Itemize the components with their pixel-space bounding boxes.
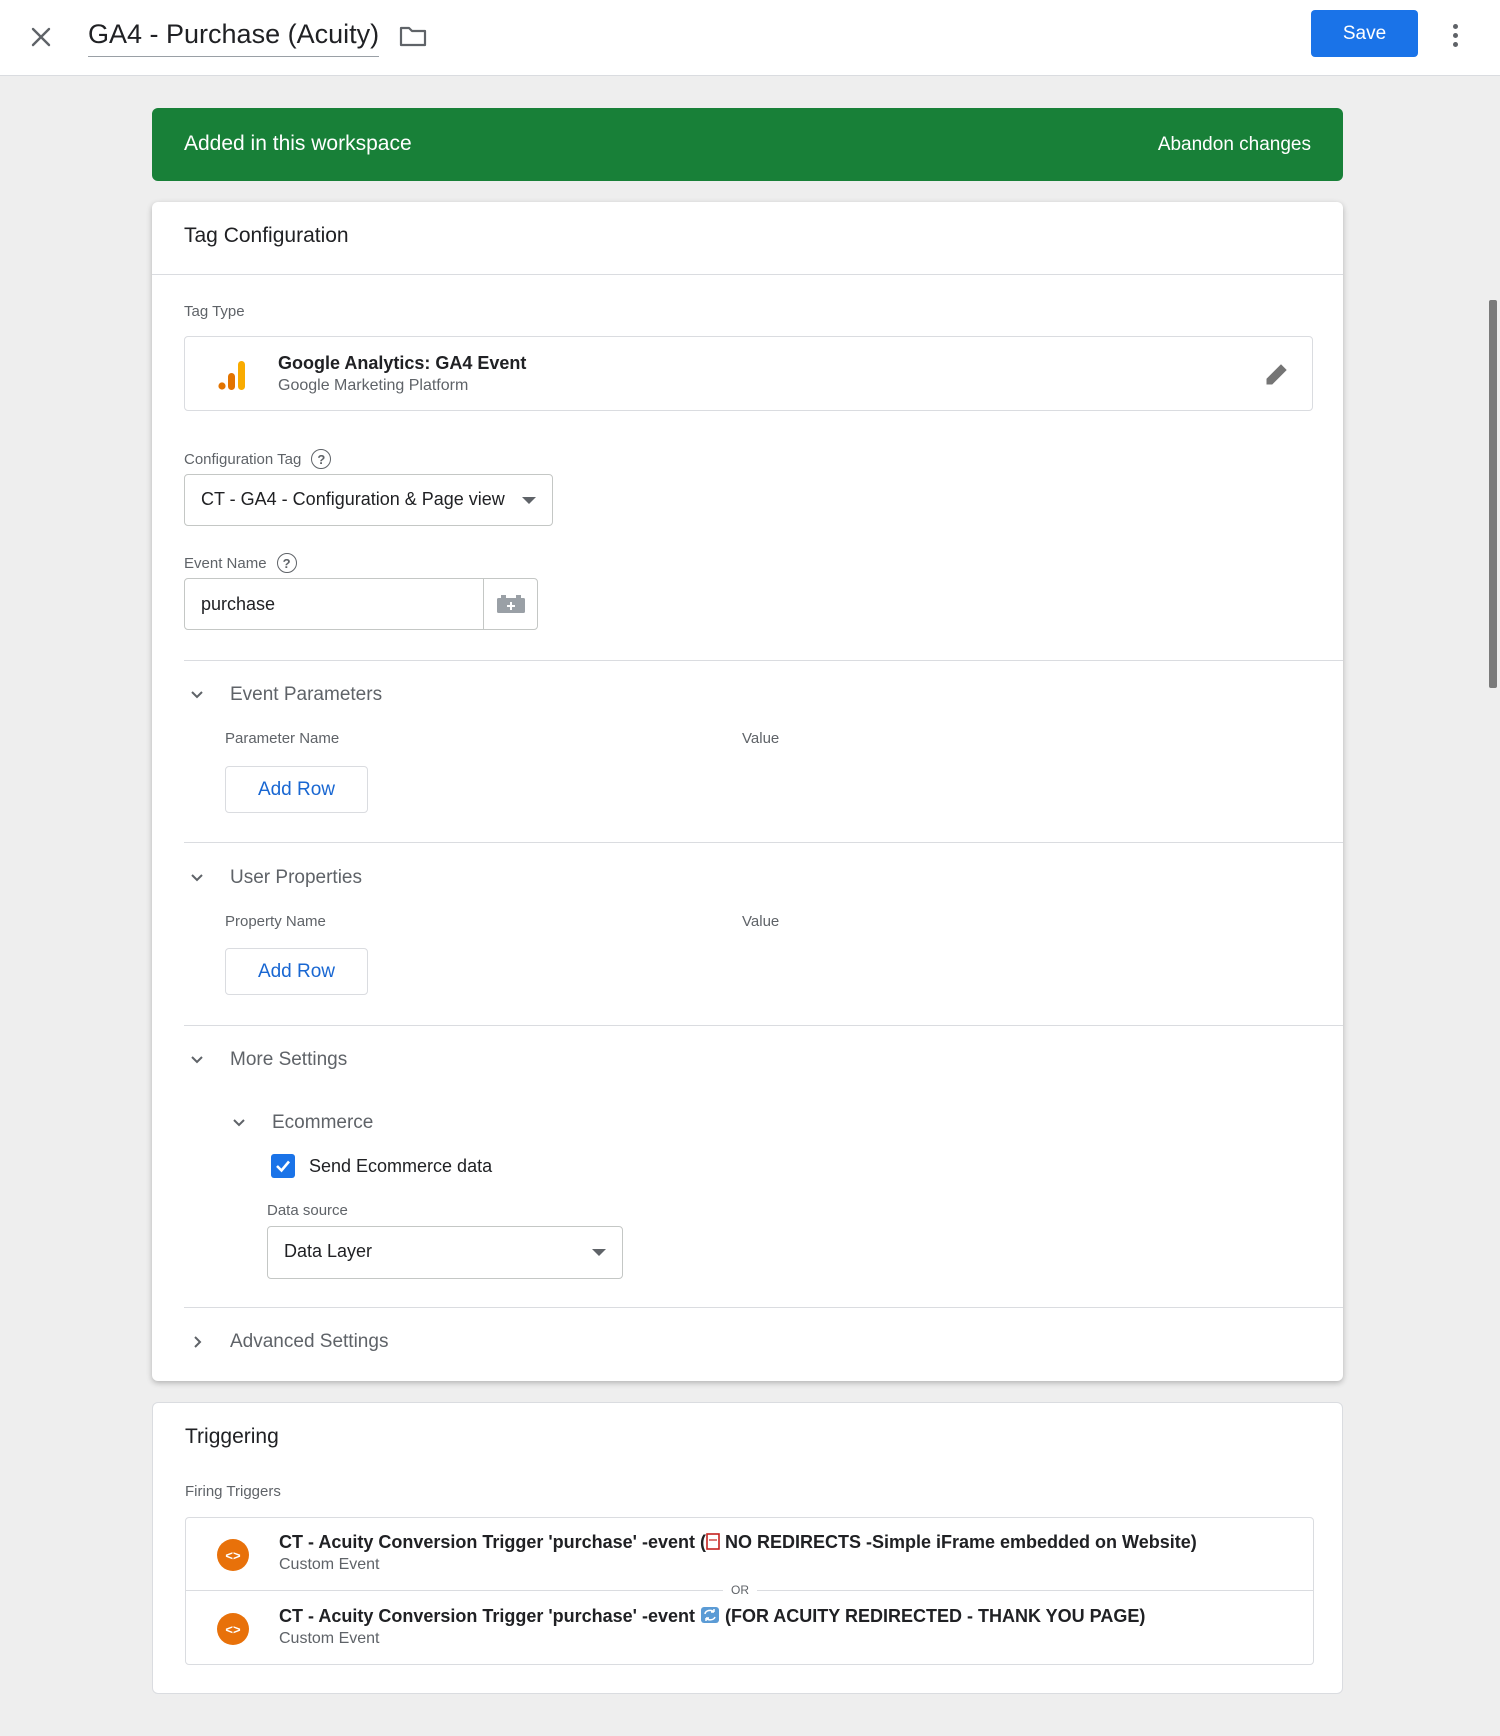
firing-triggers-list: <> CT - Acuity Conversion Trigger 'purch… [185,1517,1314,1665]
more-settings-title: More Settings [230,1049,348,1070]
firing-triggers-label: Firing Triggers [185,1483,281,1500]
event-parameters-title: Event Parameters [230,684,383,705]
title-wrap: GA4 - Purchase (Acuity) [88,14,431,58]
close-button[interactable] [22,18,60,56]
google-analytics-icon [218,361,245,390]
checkmark-icon [276,1160,290,1173]
configuration-tag-value: CT - GA4 - Configuration & Page view [201,489,505,509]
trigger-name: CT - Acuity Conversion Trigger 'purchase… [279,1532,1197,1553]
dropdown-arrow-icon [522,497,536,504]
divider [152,274,1343,275]
code-icon: <> [217,1613,249,1645]
redirect-arrows-icon [700,1607,719,1623]
configuration-tag-label-text: Configuration Tag [184,450,302,468]
top-bar: GA4 - Purchase (Acuity) Save [0,0,1500,76]
tag-type-provider: Google Marketing Platform [278,377,469,394]
trigger-name-suffix: (FOR ACUITY REDIRECTED - THANK YOU PAGE) [719,1606,1146,1626]
variable-icon [496,595,525,613]
user-properties-title: User Properties [230,867,362,888]
configuration-tag-select[interactable]: CT - GA4 - Configuration & Page view [184,474,553,526]
advanced-settings-title: Advanced Settings [230,1331,389,1352]
banner-text: Added in this workspace [184,132,412,155]
add-parameter-row-button[interactable]: Add Row [225,766,368,813]
chevron-right-icon [194,1336,202,1348]
user-properties-toggle[interactable]: User Properties [184,863,362,893]
triggering-card: Triggering Firing Triggers <> CT - Acuit… [152,1402,1343,1694]
event-name-input[interactable] [185,579,485,629]
trigger-type: Custom Event [279,1630,380,1647]
tag-type-label: Tag Type [184,303,245,320]
event-parameters-toggle[interactable]: Event Parameters [184,680,382,710]
tag-configuration-card: Tag Configuration Tag Type Google Analyt… [152,202,1343,1381]
event-name-label-text: Event Name [184,554,267,572]
advanced-settings-toggle[interactable]: Advanced Settings [184,1327,388,1357]
data-source-select[interactable]: Data Layer [267,1226,623,1279]
more-options-icon[interactable] [1440,16,1470,54]
divider [184,1025,1343,1026]
add-property-row-button[interactable]: Add Row [225,948,368,995]
trigger-row[interactable]: <> CT - Acuity Conversion Trigger 'purch… [186,1518,1313,1591]
variable-picker-button[interactable] [484,579,537,629]
tag-name-title[interactable]: GA4 - Purchase (Acuity) [88,16,380,57]
property-name-header: Property Name [225,913,326,930]
ecommerce-toggle[interactable]: Ecommerce [226,1108,373,1138]
chevron-down-icon [233,1119,245,1127]
trigger-name-prefix: CT - Acuity Conversion Trigger 'purchase… [279,1606,700,1626]
workspace-status-banner: Added in this workspace Abandon changes [152,108,1343,181]
send-ecommerce-checkbox-row[interactable]: Send Ecommerce data [271,1154,492,1178]
property-value-header: Value [742,913,780,930]
page-scrollbar[interactable] [1489,300,1497,688]
send-ecommerce-checkbox[interactable] [271,1154,295,1178]
pencil-icon[interactable] [1262,359,1292,389]
help-icon[interactable]: ? [276,553,297,573]
chevron-down-icon [191,874,203,882]
abandon-changes-link[interactable]: Abandon changes [1158,134,1311,156]
chevron-down-icon [191,691,203,699]
more-settings-toggle[interactable]: More Settings [184,1045,347,1075]
data-source-value: Data Layer [284,1241,373,1261]
dropdown-arrow-icon [592,1249,606,1256]
configuration-tag-label: Configuration Tag ? [184,449,332,469]
event-name-label: Event Name ? [184,553,297,573]
help-icon[interactable]: ? [311,449,332,469]
trigger-name-suffix: NO REDIRECTS -Simple iFrame embedded on … [719,1532,1197,1552]
trigger-name: CT - Acuity Conversion Trigger 'purchase… [279,1606,1145,1627]
folder-icon [399,26,427,47]
save-button[interactable]: Save [1311,10,1418,57]
tag-type-selector[interactable]: Google Analytics: GA4 Event Google Marke… [184,336,1313,411]
close-icon [31,27,51,47]
code-icon: <> [217,1539,249,1571]
divider [184,842,1343,843]
parameter-value-header: Value [742,730,780,747]
triggering-title: Triggering [185,1425,279,1448]
door-icon [706,1533,720,1550]
chevron-down-icon [191,1056,203,1064]
event-name-group [184,578,538,630]
parameter-name-header: Parameter Name [225,730,340,747]
folder-button[interactable] [395,18,431,54]
trigger-type: Custom Event [279,1556,380,1573]
send-ecommerce-label: Send Ecommerce data [309,1155,493,1176]
data-source-label: Data source [267,1202,348,1219]
tag-type-name: Google Analytics: GA4 Event [278,353,527,373]
divider [184,1307,1343,1308]
tag-configuration-title: Tag Configuration [184,224,349,247]
trigger-name-prefix: CT - Acuity Conversion Trigger 'purchase… [279,1532,706,1552]
trigger-row[interactable]: <> CT - Acuity Conversion Trigger 'purch… [186,1592,1313,1665]
ecommerce-title: Ecommerce [272,1112,374,1133]
divider [184,660,1343,661]
